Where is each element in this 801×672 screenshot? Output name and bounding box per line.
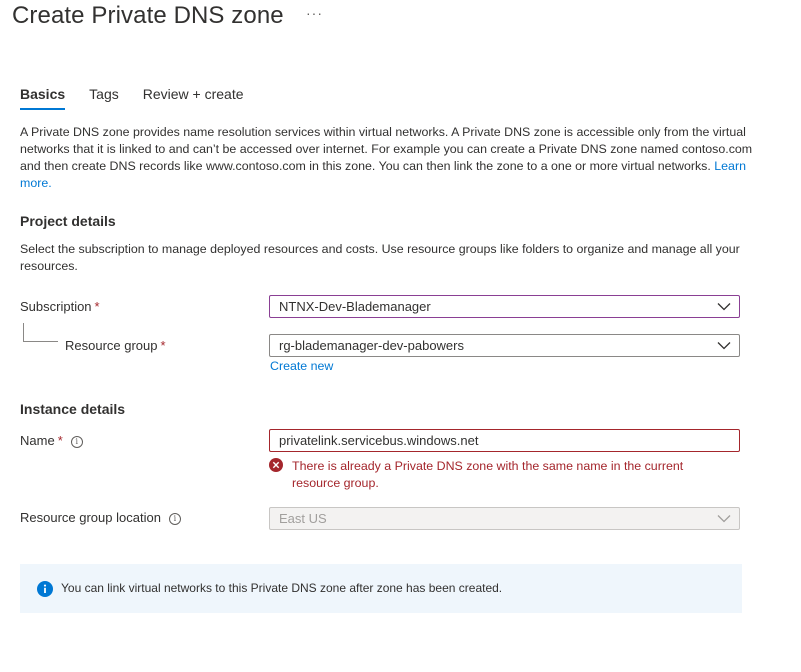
intro-description: A Private DNS zone provides name resolut… [20, 124, 755, 192]
tab-review-create[interactable]: Review + create [143, 86, 244, 110]
resource-group-dropdown[interactable]: rg-blademanager-dev-pabowers [269, 334, 740, 357]
tab-tags[interactable]: Tags [89, 86, 119, 110]
create-new-link[interactable]: Create new [270, 359, 333, 373]
name-error-message: There is already a Private DNS zone with… [292, 459, 684, 490]
location-dropdown: East US [269, 507, 740, 530]
name-input[interactable]: privatelink.servicebus.windows.net [269, 429, 740, 452]
name-label: Name * i [20, 433, 83, 448]
resource-group-label-text: Resource group [65, 338, 158, 353]
subscription-label: Subscription * [20, 299, 100, 314]
info-banner: You can link virtual networks to this Pr… [20, 564, 742, 613]
required-marker: * [57, 433, 63, 448]
location-label: Resource group location i [20, 510, 181, 525]
info-icon[interactable]: i [70, 436, 83, 448]
chevron-down-icon [717, 342, 731, 350]
more-options-button[interactable]: ··· [306, 5, 323, 21]
subscription-label-text: Subscription [20, 299, 92, 314]
chevron-down-icon [717, 303, 731, 311]
subscription-dropdown[interactable]: NTNX-Dev-Blademanager [269, 295, 740, 318]
project-details-description: Select the subscription to manage deploy… [20, 242, 740, 273]
tab-bar: Basics Tags Review + create [20, 86, 268, 110]
location-value: East US [279, 511, 327, 526]
name-label-text: Name [20, 433, 55, 448]
chevron-down-icon [717, 515, 731, 523]
instance-details-heading: Instance details [20, 401, 126, 417]
info-banner-text: You can link virtual networks to this Pr… [61, 581, 503, 595]
tab-basics[interactable]: Basics [20, 86, 66, 110]
error-icon [269, 458, 283, 472]
intro-text: A Private DNS zone provides name resolut… [20, 125, 753, 173]
info-filled-icon [37, 581, 53, 597]
tree-connector [23, 323, 58, 342]
name-value: privatelink.servicebus.windows.net [279, 433, 479, 448]
location-label-text: Resource group location [20, 510, 161, 525]
resource-group-value: rg-blademanager-dev-pabowers [279, 338, 464, 353]
subscription-value: NTNX-Dev-Blademanager [279, 299, 431, 314]
project-details-heading: Project details [20, 213, 116, 229]
info-icon[interactable]: i [168, 513, 181, 525]
resource-group-label: Resource group * [65, 338, 166, 353]
required-marker: * [94, 299, 100, 314]
required-marker: * [160, 338, 166, 353]
page-title: Create Private DNS zone [12, 2, 284, 29]
